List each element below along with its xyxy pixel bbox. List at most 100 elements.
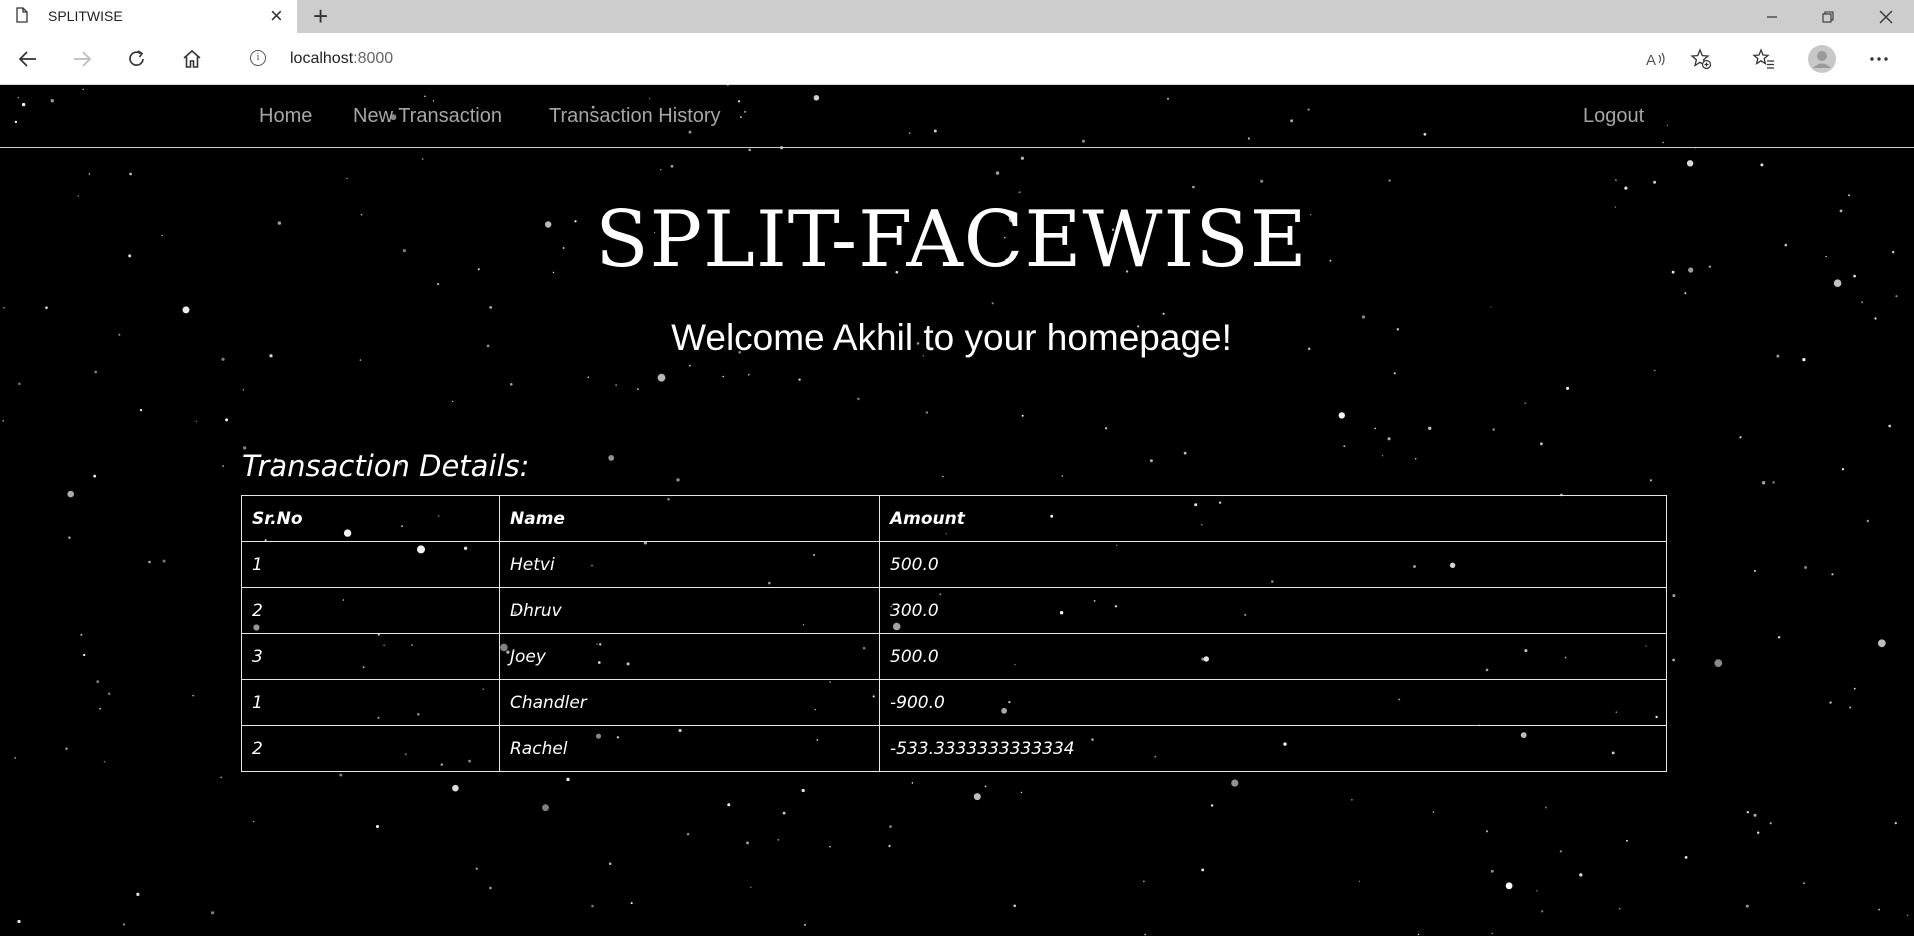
star	[1866, 519, 1870, 523]
star	[1745, 904, 1749, 908]
star	[889, 825, 892, 828]
minimize-icon[interactable]	[1744, 0, 1800, 33]
star	[1162, 312, 1165, 315]
cell-name: Hetvi	[499, 541, 880, 588]
star	[1428, 426, 1432, 430]
star	[1615, 179, 1617, 182]
star	[1491, 932, 1493, 934]
star	[1829, 701, 1832, 704]
table-row: 1 Hetvi 500.0	[241, 541, 1667, 588]
star	[1853, 687, 1856, 690]
star	[1672, 658, 1675, 662]
star	[1760, 163, 1764, 167]
cell-amount: 500.0	[879, 541, 1667, 588]
svg-text:A: A	[1646, 52, 1656, 68]
star	[1895, 295, 1898, 298]
nav-logout-link[interactable]: Logout	[1583, 105, 1644, 128]
page-title: SPLIT-FACEWISE	[595, 195, 1308, 285]
star	[3, 306, 5, 309]
add-favorite-icon[interactable]	[1685, 43, 1717, 75]
nav-new-transaction-link[interactable]: New Transaction	[353, 105, 502, 128]
info-icon[interactable]: i	[250, 50, 266, 66]
star	[1374, 427, 1376, 430]
url-text[interactable]: localhost:8000	[290, 50, 393, 68]
star	[1338, 412, 1346, 419]
star	[162, 559, 166, 563]
star	[45, 306, 48, 309]
star	[591, 904, 594, 908]
star	[1536, 890, 1538, 892]
restore-icon[interactable]	[1800, 0, 1856, 33]
table-header-row: Sr.No Name Amount	[241, 495, 1667, 542]
star	[1761, 481, 1766, 485]
home-icon[interactable]	[176, 43, 208, 75]
welcome-message: Welcome Akhil to your homepage!	[671, 317, 1232, 358]
star	[1746, 811, 1749, 814]
nav-transaction-history-link[interactable]: Transaction History	[549, 105, 721, 128]
star	[346, 177, 348, 179]
new-tab-icon[interactable]: +	[313, 2, 328, 30]
star	[1149, 459, 1153, 463]
star	[192, 694, 195, 697]
star	[1803, 882, 1805, 884]
star	[991, 302, 994, 305]
star	[1753, 813, 1757, 817]
address-bar[interactable]: i localhost:8000	[228, 41, 1708, 77]
star	[1381, 455, 1384, 457]
back-icon[interactable]	[12, 43, 44, 75]
star	[1061, 475, 1064, 477]
star	[542, 804, 549, 812]
forward-icon[interactable]	[66, 43, 98, 75]
star	[182, 306, 190, 314]
read-aloud-icon[interactable]: A	[1640, 43, 1672, 75]
star	[489, 886, 492, 890]
star	[1894, 822, 1897, 825]
star	[1021, 414, 1024, 417]
star	[1757, 831, 1760, 834]
star	[1626, 839, 1628, 842]
star	[1143, 880, 1145, 883]
star	[777, 838, 780, 841]
star	[748, 148, 751, 152]
star	[1387, 437, 1391, 441]
star	[1490, 869, 1494, 873]
star	[452, 784, 459, 792]
more-menu-icon[interactable]	[1863, 43, 1895, 75]
star	[80, 633, 83, 636]
star	[1020, 791, 1023, 794]
star	[676, 478, 680, 482]
cell-name: Joey	[499, 633, 880, 680]
profile-avatar-icon[interactable]	[1806, 43, 1838, 75]
close-window-icon[interactable]	[1858, 0, 1914, 33]
star	[615, 384, 617, 386]
star	[18, 382, 21, 386]
nav-home-link[interactable]: Home	[259, 105, 312, 128]
star	[1183, 451, 1187, 455]
star	[1769, 822, 1772, 825]
favorites-icon[interactable]	[1748, 43, 1780, 75]
star	[1777, 636, 1781, 639]
star	[1888, 424, 1892, 428]
table-row: 1 Chandler -900.0	[241, 679, 1667, 726]
browser-toolbar: i localhost:8000 A	[0, 33, 1914, 85]
star	[1201, 868, 1205, 872]
star	[1018, 191, 1021, 194]
star	[489, 306, 493, 309]
star	[1393, 372, 1396, 375]
refresh-icon[interactable]	[121, 43, 153, 75]
close-tab-icon[interactable]: ×	[270, 4, 283, 28]
star	[225, 418, 229, 422]
star	[1540, 442, 1543, 446]
star	[129, 172, 133, 176]
star	[195, 420, 198, 423]
star	[686, 833, 690, 836]
star	[1260, 179, 1264, 183]
star	[888, 844, 891, 848]
star	[1388, 179, 1391, 182]
browser-tab[interactable]: SPLITWISE ×	[0, 0, 297, 33]
star	[136, 892, 140, 897]
star	[1877, 639, 1886, 648]
cell-amount: -533.3333333333334	[879, 725, 1667, 772]
star	[99, 707, 102, 710]
star	[1624, 186, 1628, 190]
